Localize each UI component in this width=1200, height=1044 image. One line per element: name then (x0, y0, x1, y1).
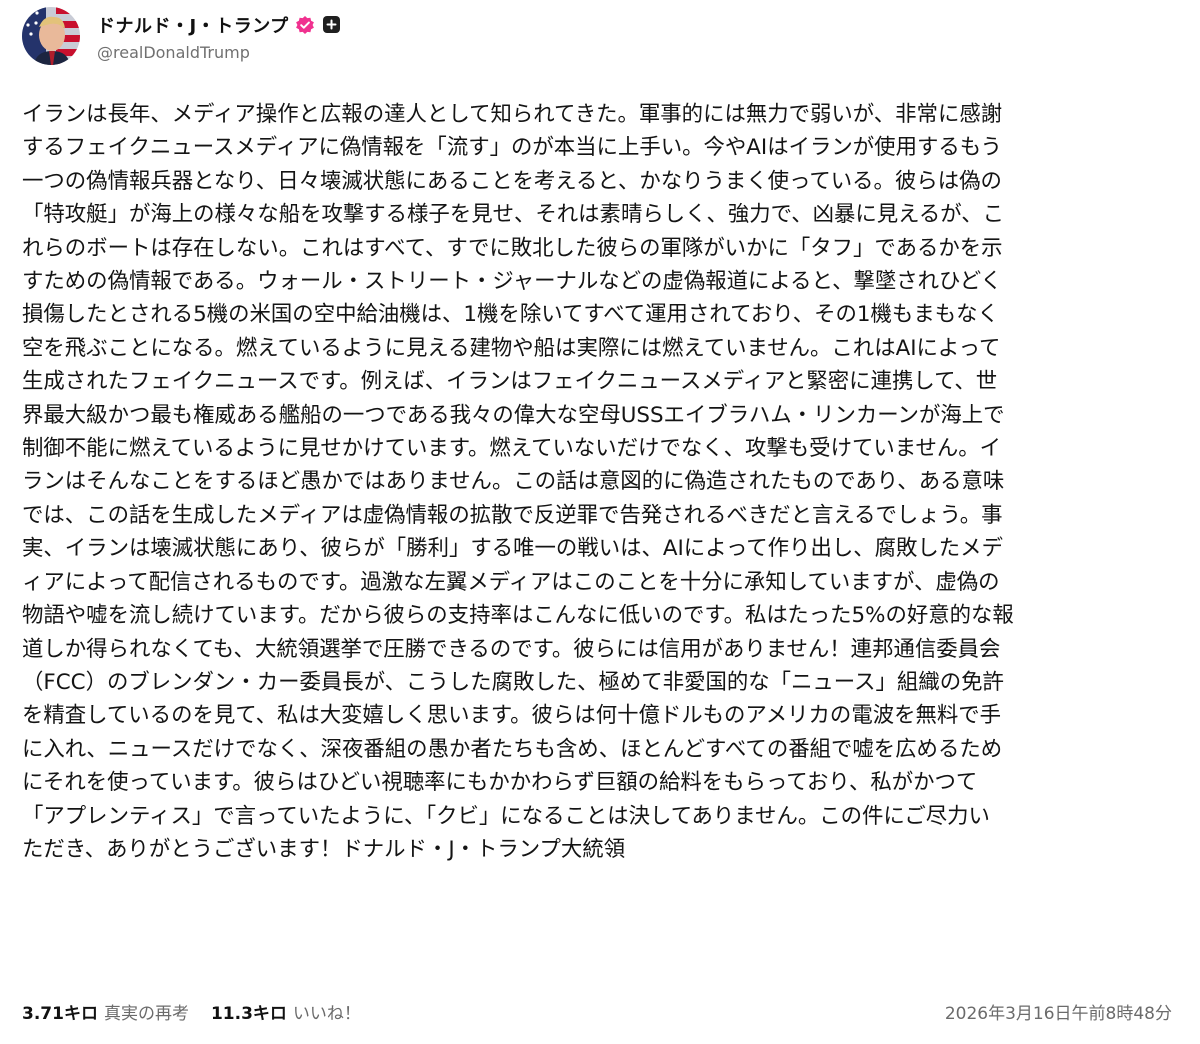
author-handle[interactable]: @realDonaldTrump (97, 43, 340, 62)
post-line: 「特攻艇」が海上の様々な船を攻撃する様子を見せ、それは素晴らしく、強力で、凶暴に… (22, 202, 1005, 228)
post-line: 道しか得られなくても、大統領選挙で圧勝できるのです。彼らには信用がありません！連… (22, 636, 1001, 662)
post-line: 物語や嘘を流し続けています。だから彼らの支持率はこんなに低いのです。私はたった5… (22, 603, 1014, 629)
post-line: 生成されたフェイクニュースです。例えば、イランはフェイクニュースメディアと緊密に… (22, 369, 998, 395)
post-line: れらのボートは存在しない。これはすべて、すでに敗北した彼らの軍隊がいかに「タフ」… (22, 235, 1003, 261)
name-row: ドナルド・J・トランプ (97, 11, 340, 39)
post-line: イランは長年、メディア操作と広報の達人として知られてきた。軍事的には無力で弱いが… (22, 102, 1003, 127)
post-line: では、この話を生成したメディアは虚偽情報の拡散で反逆罪で告発されるべきだと言える… (22, 502, 1003, 528)
post-line: を精査しているのを見て、私は大変嬉しく思います。彼らは何十億ドルものアメリカの電… (22, 703, 1002, 729)
post-text: イランは長年、メディア操作と広報の達人として知られてきた。軍事的には無力で弱いが… (22, 98, 1180, 866)
post-line: にそれを使っています。彼らはひどい視聴率にもかかわらず巨額の給料をもらっており、… (22, 770, 978, 796)
post-line: するフェイクニュースメディアに偽情報を「流す」のが本当に上手い。今やAIはイラン… (22, 135, 1002, 161)
post-header: ドナルド・J・トランプ @realDonaldTrump (22, 6, 340, 66)
likes-label: いいね！ (292, 1003, 361, 1024)
post-line: 実、イランは壊滅状態にあり、彼らが「勝利」する唯一の戦いは、AIによって作り出し… (22, 536, 1003, 562)
likes-stat[interactable]: 11.3キロ いいね！ (211, 999, 361, 1024)
author-display-name[interactable]: ドナルド・J・トランプ (97, 12, 289, 38)
retruths-label: 真実の再考 (103, 1003, 189, 1024)
retruths-count: 3.71キロ (22, 1003, 98, 1024)
post-line: 制御不能に燃えているように見せかけています。燃えていないだけでなく、攻撃も受けて… (22, 436, 1002, 462)
post-line: に入れ、ニュースだけでなく、深夜番組の愚か者たちも含め、ほとんどすべての番組で嘘… (22, 736, 1003, 762)
post-line: 空を飛ぶことになる。燃えているように見える建物や船は実際には燃えていません。これ… (22, 335, 1001, 361)
likes-count: 11.3キロ (210, 1003, 287, 1024)
post-line: すための偽情報である。ウォール・ストリート・ジャーナルなどの虚偽報道によると、撃… (22, 269, 1002, 295)
plus-square-icon[interactable] (322, 16, 340, 33)
post-line: ィアによって配信されるものです。過激な左翼メディアはこのことを十分に承知していま… (22, 569, 1000, 595)
post-line: （FCC）のブレンダン・カー委員長が、こうした腐敗した、極めて非愛国的な「ニュー… (22, 669, 1004, 695)
avatar[interactable] (22, 7, 80, 65)
post-footer: 3.71キロ 真実の再考 11.3キロ いいね！ 2026年3月16日午前8時4… (22, 996, 1172, 1026)
post-line: ランはそんなことをするほど愚かではありません。この話は意図的に偽造されたものであ… (22, 469, 1005, 495)
profile-photo-icon (22, 7, 80, 65)
post-timestamp[interactable]: 2026年3月16日午前8時48分 (945, 999, 1172, 1024)
post-line: 損傷したとされる5機の米国の空中給油機は、1機を除いてすべて運用されており、その… (22, 302, 999, 328)
verified-check-icon (295, 15, 315, 35)
post-line: 「アプレンティス」で言っていたように、「クビ」になることは決してありません。この… (22, 803, 990, 829)
post-line: 一つの偽情報兵器となり、日々壊滅状態にあることを考えると、かなりうまく使っている… (22, 168, 1002, 194)
author-info: ドナルド・J・トランプ @realDonaldTrump (97, 11, 340, 62)
post-line: ただき、ありがとうございます！ドナルド・J・トランプ大統領 (22, 836, 626, 862)
retruths-stat[interactable]: 3.71キロ 真実の再考 (22, 999, 189, 1024)
post-line: 界最大級かつ最も権威ある艦船の一つである我々の偉大な空母USSエイブラハム・リン… (22, 402, 1005, 428)
